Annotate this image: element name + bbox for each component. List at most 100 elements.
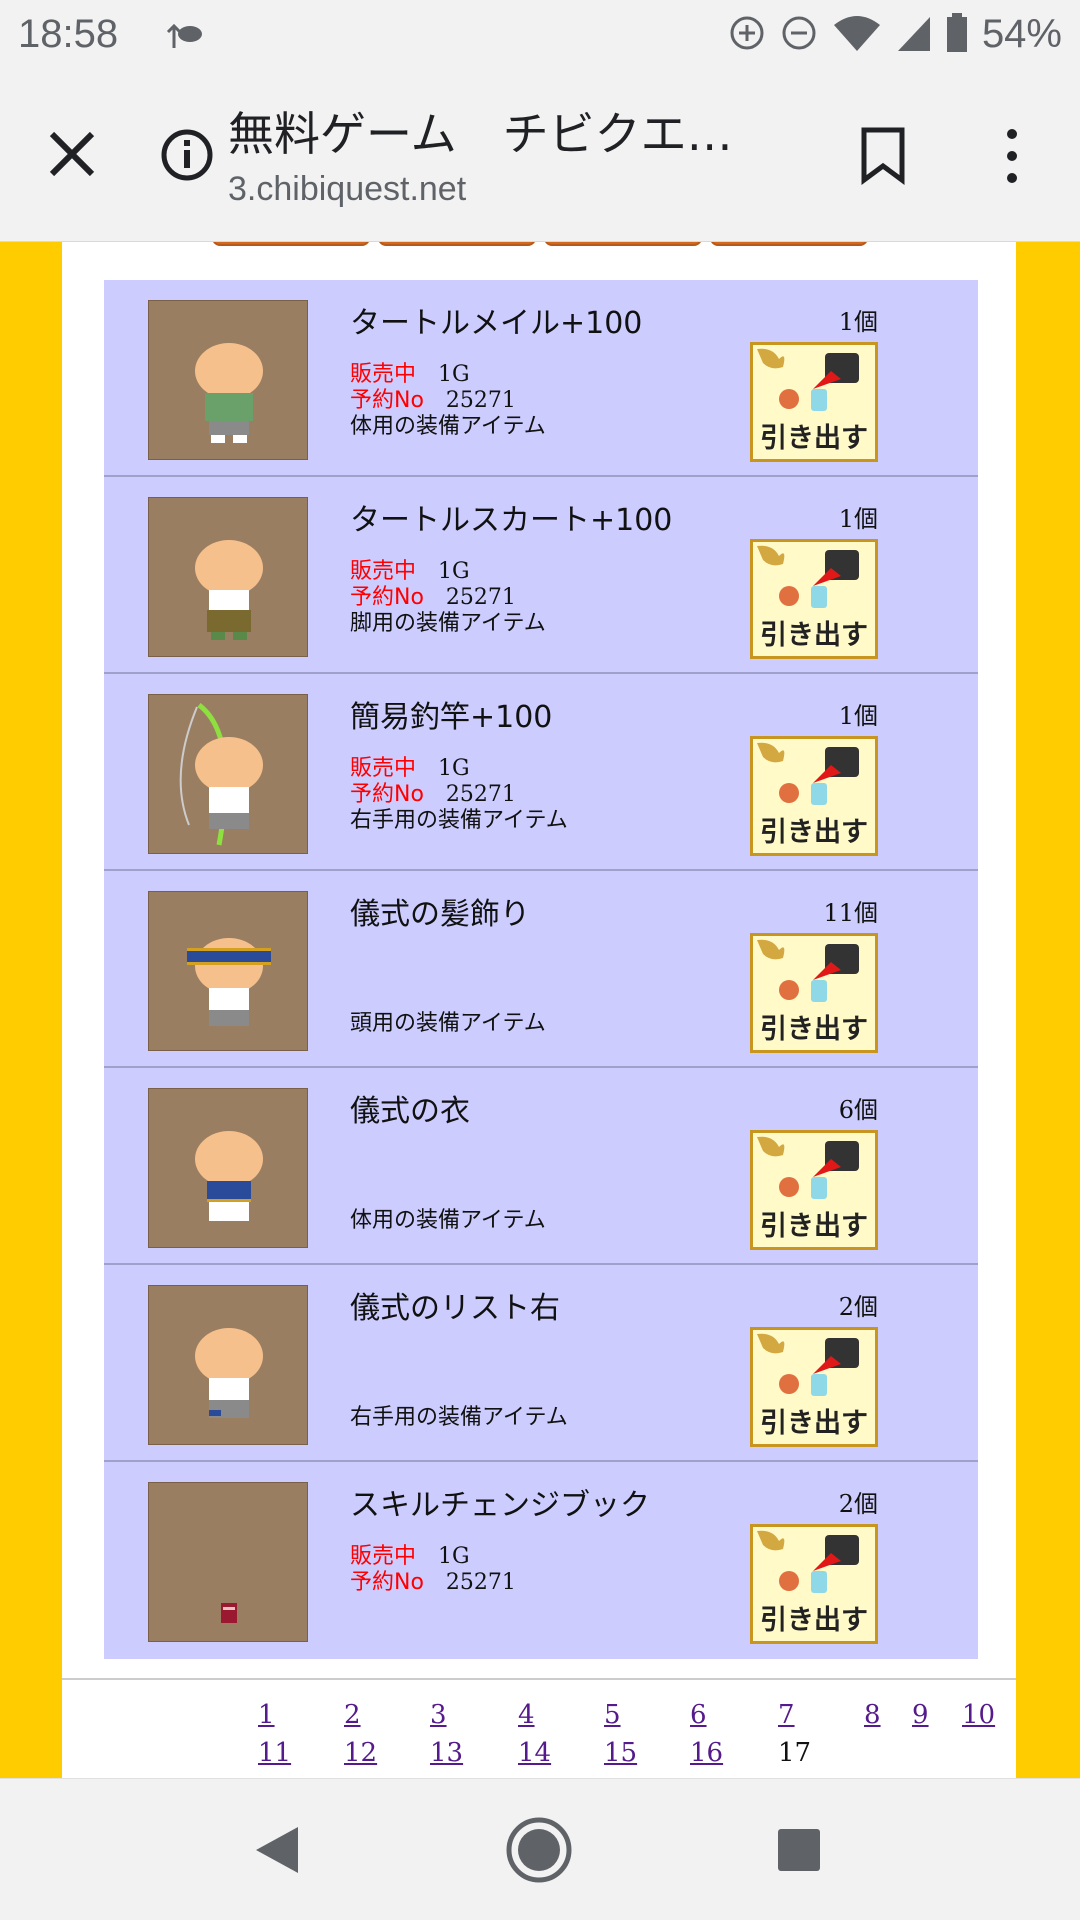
page-link[interactable]: 9 bbox=[912, 1700, 929, 1730]
withdraw-icon bbox=[757, 348, 859, 411]
withdraw-label: 引き出す bbox=[760, 1408, 868, 1439]
item-quantity: 2個 bbox=[838, 1293, 878, 1321]
withdraw-icon bbox=[757, 1333, 859, 1396]
home-icon[interactable] bbox=[504, 1815, 574, 1889]
sale-status-label: 販売中 bbox=[350, 559, 417, 584]
wifi-icon bbox=[832, 13, 882, 57]
item-type: 右手用の装備アイテム bbox=[350, 808, 568, 833]
reserve-no: 25271 bbox=[445, 1570, 516, 1595]
status-time: 18:58 bbox=[18, 12, 119, 56]
top-tab[interactable] bbox=[378, 242, 536, 246]
top-tab[interactable] bbox=[710, 242, 868, 246]
page-link[interactable]: 12 bbox=[344, 1738, 377, 1768]
item-image bbox=[148, 497, 308, 657]
withdraw-label: 引き出す bbox=[760, 423, 868, 454]
item-quantity: 1個 bbox=[838, 702, 878, 730]
list-item: タートルメイル+100 1個 販売中 1G 予約No 25271 体用の装備アイテム… bbox=[104, 280, 978, 477]
reserve-no: 25271 bbox=[445, 782, 516, 807]
sale-status-label: 販売中 bbox=[350, 756, 417, 781]
page-link[interactable]: 2 bbox=[344, 1700, 361, 1730]
page-url[interactable]: 3.chibiquest.net bbox=[228, 170, 466, 209]
item-image bbox=[148, 1482, 308, 1642]
withdraw-label: 引き出す bbox=[760, 817, 868, 848]
reserve-no: 25271 bbox=[445, 585, 516, 610]
item-image bbox=[148, 1088, 308, 1248]
item-type: 体用の装備アイテム bbox=[350, 1208, 546, 1233]
page-link[interactable]: 15 bbox=[604, 1738, 637, 1768]
signal-icon bbox=[896, 13, 932, 57]
bookmark-icon[interactable] bbox=[858, 126, 908, 186]
page-link[interactable]: 11 bbox=[258, 1738, 291, 1768]
page-link[interactable]: 3 bbox=[430, 1700, 447, 1730]
item-image bbox=[148, 300, 308, 460]
reserve-no-label: 予約No bbox=[350, 388, 424, 413]
withdraw-button[interactable]: 引き出す bbox=[750, 736, 878, 856]
withdraw-label: 引き出す bbox=[760, 1211, 868, 1242]
page-link[interactable]: 10 bbox=[962, 1700, 995, 1730]
battery-icon bbox=[946, 12, 968, 57]
withdraw-button[interactable]: 引き出す bbox=[750, 1327, 878, 1447]
item-info: 販売中 1G 予約No 25271 体用の装備アイテム bbox=[350, 362, 546, 440]
top-tab[interactable] bbox=[212, 242, 370, 246]
page-link[interactable]: 4 bbox=[518, 1700, 535, 1730]
recent-apps-icon[interactable] bbox=[776, 1827, 822, 1877]
sale-price: 1G bbox=[438, 362, 470, 387]
data-saver-icon bbox=[728, 14, 766, 56]
top-tabs bbox=[212, 242, 868, 246]
content-panel: タートルメイル+100 1個 販売中 1G 予約No 25271 体用の装備アイテム… bbox=[62, 242, 1016, 1778]
withdraw-button[interactable]: 引き出す bbox=[750, 933, 878, 1053]
withdraw-button[interactable]: 引き出す bbox=[750, 1130, 878, 1250]
item-name: スキルチェンジブック bbox=[350, 1488, 650, 1523]
dnd-icon bbox=[780, 14, 818, 56]
page-link[interactable]: 7 bbox=[778, 1700, 795, 1730]
system-nav-bar bbox=[0, 1778, 1080, 1920]
item-type: 頭用の装備アイテム bbox=[350, 1011, 546, 1036]
item-quantity: 6個 bbox=[838, 1096, 878, 1124]
withdraw-button[interactable]: 引き出す bbox=[750, 342, 878, 462]
withdraw-button[interactable]: 引き出す bbox=[750, 1524, 878, 1644]
item-info: 販売中 1G 予約No 25271 右手用の装備アイテム bbox=[350, 756, 568, 834]
item-image bbox=[148, 1285, 308, 1445]
site-info-icon[interactable] bbox=[160, 128, 214, 182]
withdraw-label: 引き出す bbox=[760, 1014, 868, 1045]
list-item: 儀式の髪飾り 11個 頭用の装備アイテム 引き出す bbox=[104, 871, 978, 1068]
withdraw-button[interactable]: 引き出す bbox=[750, 539, 878, 659]
weather-icon bbox=[160, 20, 204, 62]
close-icon[interactable] bbox=[44, 126, 100, 182]
item-list: タートルメイル+100 1個 販売中 1G 予約No 25271 体用の装備アイテム… bbox=[104, 280, 978, 1659]
withdraw-icon bbox=[757, 939, 859, 1002]
page-link[interactable]: 16 bbox=[690, 1738, 723, 1768]
item-type: 脚用の装備アイテム bbox=[350, 611, 546, 636]
page-link[interactable]: 6 bbox=[690, 1700, 707, 1730]
item-name: タートルメイル+100 bbox=[350, 306, 643, 341]
item-quantity: 2個 bbox=[838, 1490, 878, 1518]
more-menu-icon[interactable] bbox=[998, 126, 1026, 186]
list-item: タートルスカート+100 1個 販売中 1G 予約No 25271 脚用の装備アイテ… bbox=[104, 477, 978, 674]
page-link[interactable]: 8 bbox=[864, 1700, 881, 1730]
page-content: タートルメイル+100 1個 販売中 1G 予約No 25271 体用の装備アイテム… bbox=[0, 242, 1080, 1778]
page-link[interactable]: 14 bbox=[518, 1738, 551, 1768]
page-link[interactable]: 13 bbox=[430, 1738, 463, 1768]
reserve-no-label: 予約No bbox=[350, 782, 424, 807]
status-icons: 54% bbox=[728, 12, 1062, 57]
top-tab[interactable] bbox=[544, 242, 702, 246]
pagination: 1 2 3 4 5 6 7 8 9 10 11 12 13 14 15 16 1… bbox=[62, 1678, 1016, 1778]
item-name: タートルスカート+100 bbox=[350, 503, 673, 538]
withdraw-icon bbox=[757, 545, 859, 608]
withdraw-icon bbox=[757, 742, 859, 805]
item-image bbox=[148, 891, 308, 1051]
page-title: 無料ゲーム チビクエ… bbox=[228, 107, 733, 161]
item-image bbox=[148, 694, 308, 854]
item-quantity: 1個 bbox=[838, 505, 878, 533]
sale-status-label: 販売中 bbox=[350, 1544, 417, 1569]
reserve-no-label: 予約No bbox=[350, 585, 424, 610]
reserve-no-label: 予約No bbox=[350, 1570, 424, 1595]
back-icon[interactable] bbox=[252, 1823, 302, 1881]
list-item: 簡易釣竿+100 1個 販売中 1G 予約No 25271 右手用の装備アイテム 引… bbox=[104, 674, 978, 871]
status-bar: 18:58 54% bbox=[0, 0, 1080, 76]
withdraw-icon bbox=[757, 1136, 859, 1199]
item-info: 販売中 1G 予約No 25271 脚用の装備アイテム bbox=[350, 559, 546, 637]
page-link[interactable]: 5 bbox=[604, 1700, 621, 1730]
sale-price: 1G bbox=[438, 756, 470, 781]
page-link[interactable]: 1 bbox=[258, 1700, 275, 1730]
